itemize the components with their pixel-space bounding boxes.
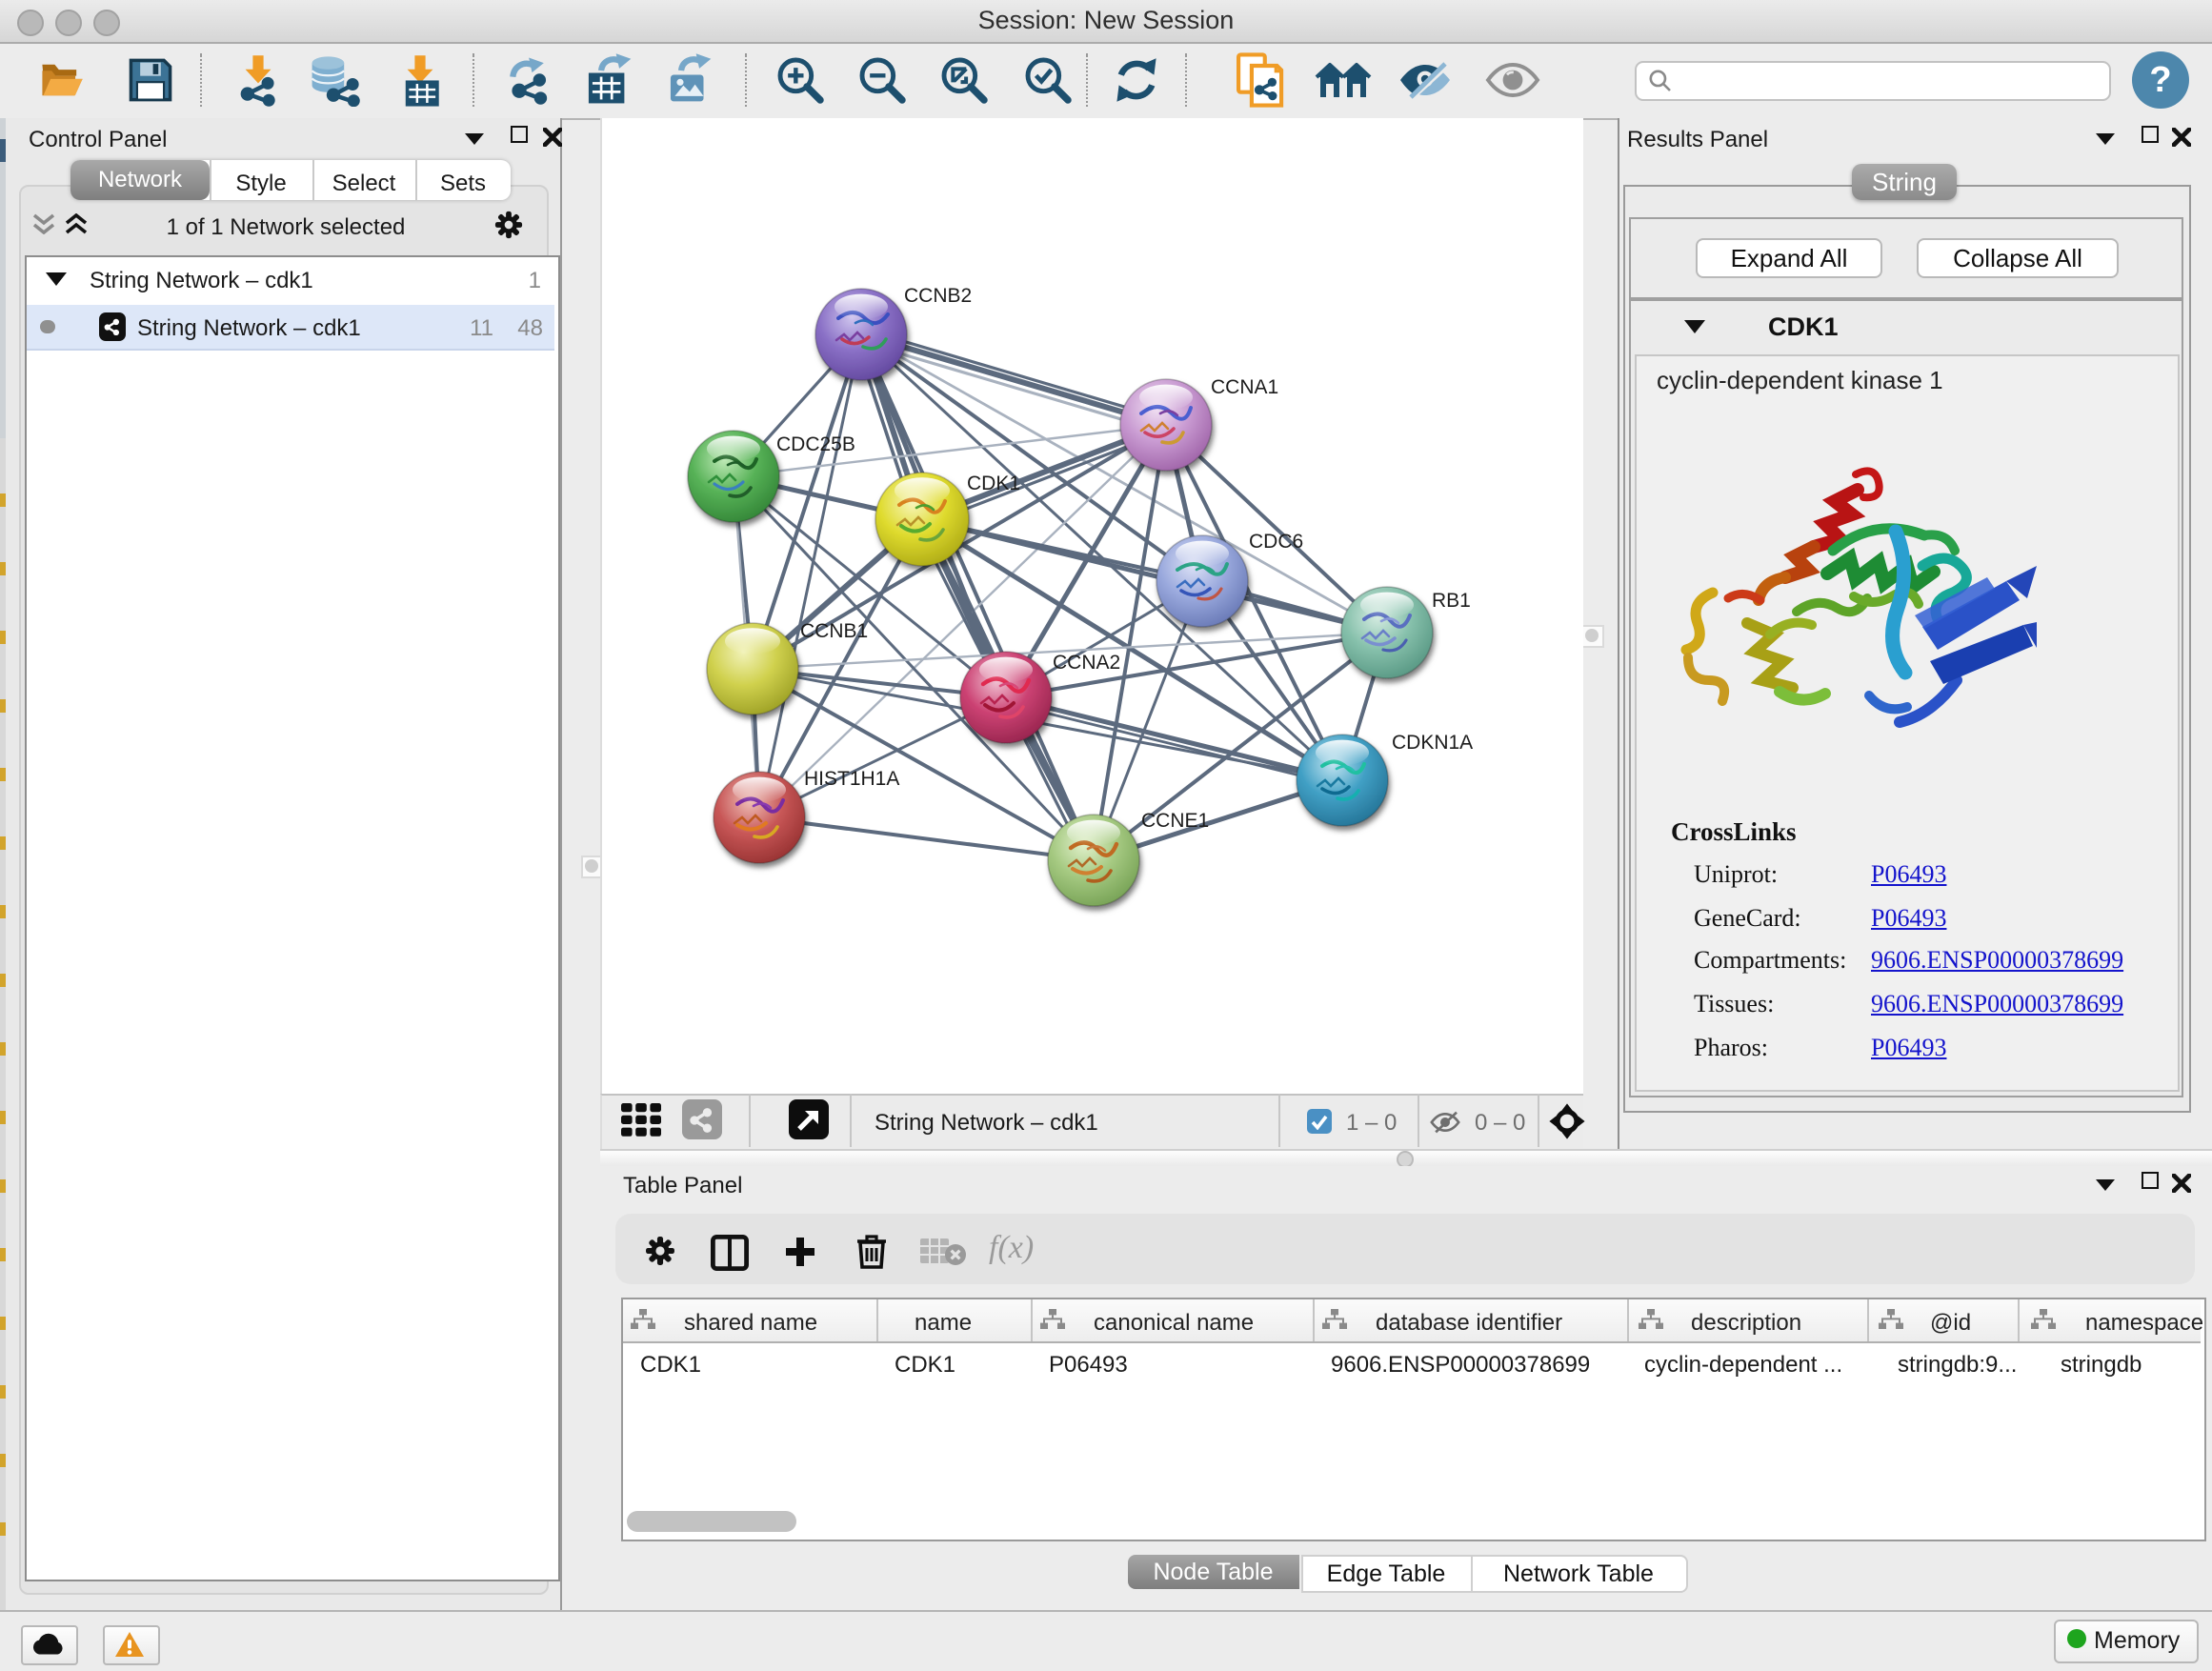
svg-text:CCNE1: CCNE1 xyxy=(1140,810,1208,832)
svg-text:CCNA1: CCNA1 xyxy=(1210,376,1277,398)
svg-text:CDKN1A: CDKN1A xyxy=(1391,732,1472,754)
svg-text:CDK1: CDK1 xyxy=(966,473,1019,494)
svg-text:CCNB2: CCNB2 xyxy=(903,285,971,307)
svg-text:CDC6: CDC6 xyxy=(1248,531,1302,553)
svg-text:CCNB1: CCNB1 xyxy=(799,620,867,642)
svg-text:CCNA2: CCNA2 xyxy=(1052,652,1119,674)
svg-text:CDC25B: CDC25B xyxy=(775,433,855,455)
svg-text:HIST1H1A: HIST1H1A xyxy=(803,768,898,790)
svg-text:RB1: RB1 xyxy=(1431,590,1470,612)
